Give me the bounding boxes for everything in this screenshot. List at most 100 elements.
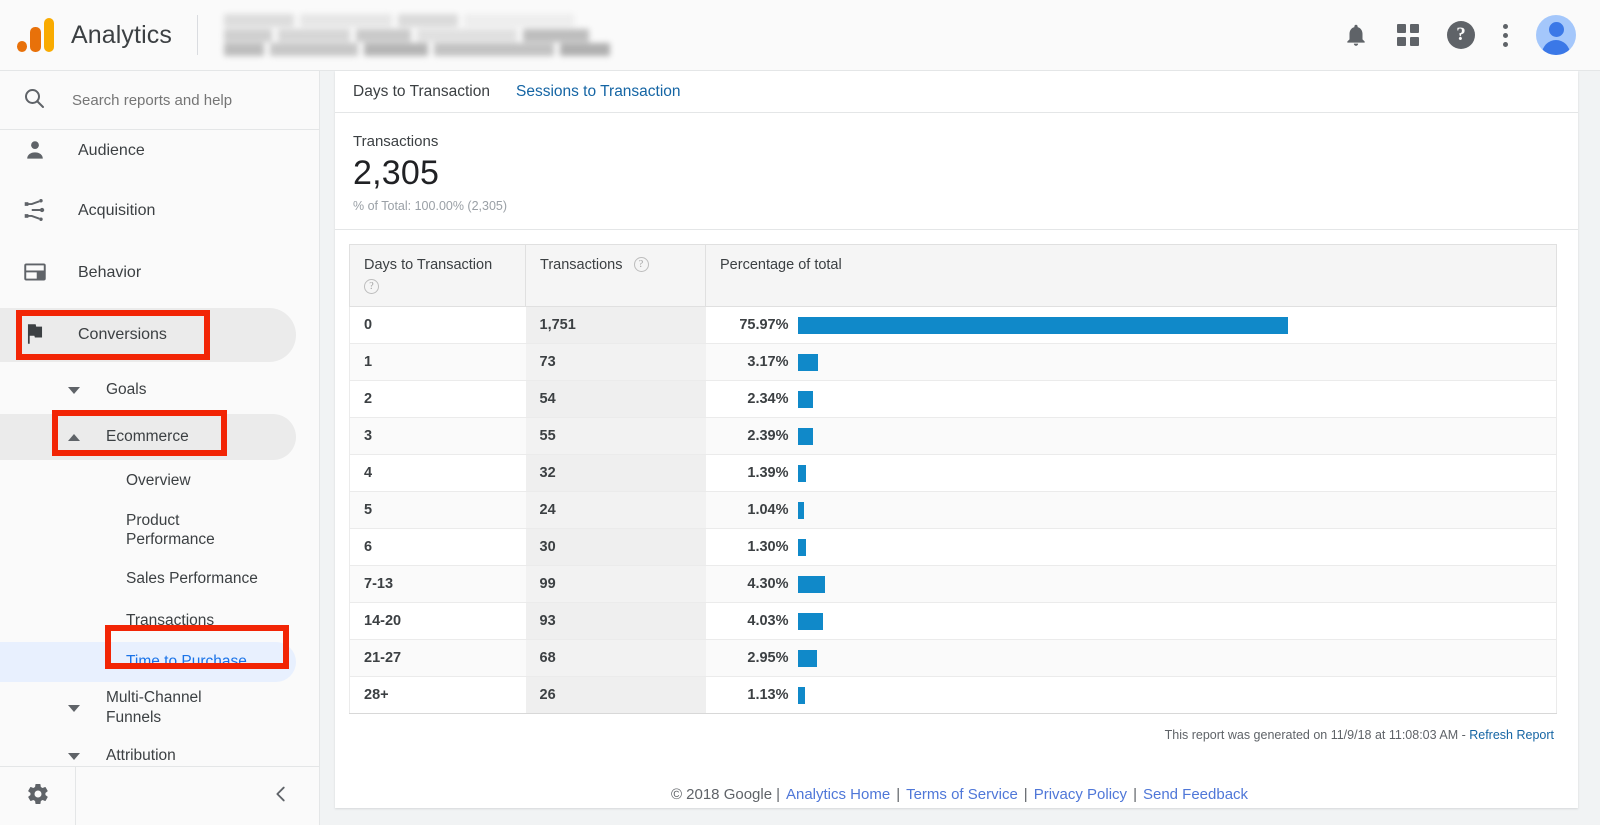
table-body: 0 1,751 75.97% 1 73 3.17% 2 54 2.34% 3 55 2.39% 4 32 1… bbox=[349, 306, 1557, 714]
help-icon[interactable]: ? bbox=[1447, 21, 1475, 49]
chevron-down-icon bbox=[68, 386, 80, 394]
sidebar-item-goals[interactable]: Goals bbox=[0, 366, 319, 414]
copyright-text: © 2018 Google bbox=[670, 785, 773, 803]
percentage-bar bbox=[797, 316, 1288, 334]
cell-percentage: 3.17% bbox=[705, 343, 1557, 381]
table-row[interactable]: 21-27 68 2.95% bbox=[349, 639, 1557, 677]
sidebar-item-behavior[interactable]: Behavior bbox=[0, 242, 319, 304]
table-row[interactable]: 3 55 2.39% bbox=[349, 417, 1557, 455]
bell-icon[interactable] bbox=[1343, 22, 1369, 48]
sidebar-item-label: Behavior bbox=[78, 264, 142, 281]
avatar[interactable] bbox=[1536, 15, 1576, 55]
behavior-icon bbox=[22, 259, 50, 287]
table-row[interactable]: 6 30 1.30% bbox=[349, 528, 1557, 566]
cell-transactions: 1,751 bbox=[525, 306, 706, 344]
settings-button[interactable] bbox=[0, 766, 76, 825]
apps-grid-icon[interactable] bbox=[1397, 24, 1419, 46]
percentage-value: 2.95% bbox=[747, 650, 789, 666]
sidebar-item-attribution[interactable]: Attribution bbox=[0, 734, 319, 766]
refresh-report-link[interactable]: Refresh Report bbox=[1469, 728, 1554, 742]
table-row[interactable]: 1 73 3.17% bbox=[349, 343, 1557, 381]
sidebar-subitem-label: Multi-Channel Funnels bbox=[106, 689, 202, 726]
help-icon[interactable]: ? bbox=[364, 279, 379, 294]
sidebar-item-product-performance[interactable]: Product Performance bbox=[0, 502, 319, 558]
table-row[interactable]: 5 24 1.04% bbox=[349, 491, 1557, 529]
sidebar-item-conversions[interactable]: Conversions bbox=[0, 304, 319, 366]
sidebar-leaf-label: Sales Performance bbox=[126, 570, 258, 588]
cell-days: 28+ bbox=[349, 676, 526, 714]
main-content: Days to Transaction Sessions to Transact… bbox=[321, 71, 1600, 825]
table-row[interactable]: 4 32 1.39% bbox=[349, 454, 1557, 492]
sidebar-item-sales-performance[interactable]: Sales Performance bbox=[0, 558, 319, 600]
footer-link-analytics-home[interactable]: Analytics Home bbox=[786, 786, 890, 803]
sidebar-item-time-to-purchase[interactable]: Time to Purchase bbox=[0, 642, 319, 682]
sidebar-item-acquisition[interactable]: Acquisition bbox=[0, 180, 319, 242]
percentage-bar bbox=[797, 501, 805, 519]
footer-link-privacy-policy[interactable]: Privacy Policy bbox=[1034, 786, 1127, 803]
property-selector-blurred[interactable] bbox=[223, 12, 614, 58]
column-header-percentage[interactable]: Percentage of total bbox=[705, 244, 1557, 307]
cell-percentage: 2.95% bbox=[705, 639, 1557, 677]
chevron-down-icon bbox=[68, 704, 80, 712]
sidebar-item-audience[interactable]: Audience bbox=[0, 130, 319, 180]
sidebar-item-transactions[interactable]: Transactions bbox=[0, 600, 319, 642]
tab-sessions-to-transaction[interactable]: Sessions to Transaction bbox=[516, 83, 681, 101]
table-row[interactable]: 28+ 26 1.13% bbox=[349, 676, 1557, 714]
percentage-bar bbox=[797, 612, 824, 630]
column-header-transactions[interactable]: Transactions ? bbox=[525, 244, 706, 307]
table-row[interactable]: 7-13 99 4.30% bbox=[349, 565, 1557, 603]
sidebar: Audience Acquisition bbox=[0, 71, 320, 825]
search-row[interactable] bbox=[0, 71, 319, 129]
cell-percentage: 1.39% bbox=[705, 454, 1557, 492]
sidebar-item-label: Audience bbox=[78, 142, 145, 159]
cell-percentage: 1.04% bbox=[705, 491, 1557, 529]
percentage-value: 1.39% bbox=[747, 465, 789, 481]
table-row[interactable]: 0 1,751 75.97% bbox=[349, 306, 1557, 344]
sidebar-item-label: Conversions bbox=[78, 326, 167, 343]
help-icon[interactable]: ? bbox=[633, 257, 649, 272]
cell-percentage: 4.03% bbox=[705, 602, 1557, 640]
search-input[interactable] bbox=[72, 91, 282, 109]
cell-transactions: 93 bbox=[525, 602, 706, 640]
percentage-value: 2.39% bbox=[747, 428, 789, 444]
tab-days-to-transaction[interactable]: Days to Transaction bbox=[353, 83, 490, 101]
percentage-value: 1.04% bbox=[747, 502, 789, 518]
cell-days: 3 bbox=[349, 417, 526, 455]
cell-transactions: 55 bbox=[525, 417, 706, 455]
sidebar-item-ecommerce[interactable]: Ecommerce bbox=[0, 414, 319, 460]
cell-days: 1 bbox=[349, 343, 526, 381]
cell-days: 5 bbox=[349, 491, 526, 529]
footer-separator: | bbox=[896, 785, 901, 803]
sidebar-nav: Audience Acquisition Behavior Conversion… bbox=[0, 130, 319, 766]
sidebar-subitem-label: Ecommerce bbox=[106, 428, 189, 446]
topbar-actions: ? bbox=[1343, 15, 1576, 55]
cell-percentage: 2.39% bbox=[705, 417, 1557, 455]
more-vert-icon[interactable] bbox=[1503, 23, 1508, 47]
column-header-days[interactable]: Days to Transaction ? bbox=[349, 244, 526, 307]
sidebar-item-multi-channel-funnels[interactable]: Multi-Channel Funnels bbox=[0, 682, 319, 734]
percentage-bar bbox=[797, 575, 826, 593]
table-row[interactable]: 14-20 93 4.03% bbox=[349, 602, 1557, 640]
cell-transactions: 32 bbox=[525, 454, 706, 492]
column-header-label: Percentage of total bbox=[720, 257, 842, 273]
cell-percentage: 1.13% bbox=[705, 676, 1557, 714]
sidebar-leaf-label: Product Performance bbox=[126, 511, 215, 548]
report-table-wrap: Days to Transaction ? Transactions ? Per… bbox=[335, 230, 1578, 714]
sidebar-bottom-bar bbox=[0, 766, 320, 825]
cell-days: 14-20 bbox=[349, 602, 526, 640]
table-row[interactable]: 2 54 2.34% bbox=[349, 380, 1557, 418]
percentage-value: 4.03% bbox=[747, 613, 789, 629]
sidebar-item-overview[interactable]: Overview bbox=[0, 460, 319, 502]
metric-value: 2,305 bbox=[353, 154, 440, 192]
chevron-down-icon bbox=[68, 752, 80, 760]
collapse-sidebar-button[interactable] bbox=[270, 783, 292, 810]
gear-icon bbox=[26, 782, 50, 811]
sidebar-subitem-label: Attribution bbox=[106, 747, 176, 765]
metric-subtext: % of Total: 100.00% (2,305) bbox=[353, 199, 508, 213]
percentage-bar bbox=[797, 649, 817, 667]
acquisition-icon bbox=[22, 197, 50, 225]
footer-link-send-feedback[interactable]: Send Feedback bbox=[1143, 786, 1248, 803]
cell-days: 0 bbox=[349, 306, 526, 344]
footer-link-terms-of-service[interactable]: Terms of Service bbox=[906, 786, 1018, 803]
metric-summary: Transactions 2,305 % of Total: 100.00% (… bbox=[335, 113, 1578, 230]
